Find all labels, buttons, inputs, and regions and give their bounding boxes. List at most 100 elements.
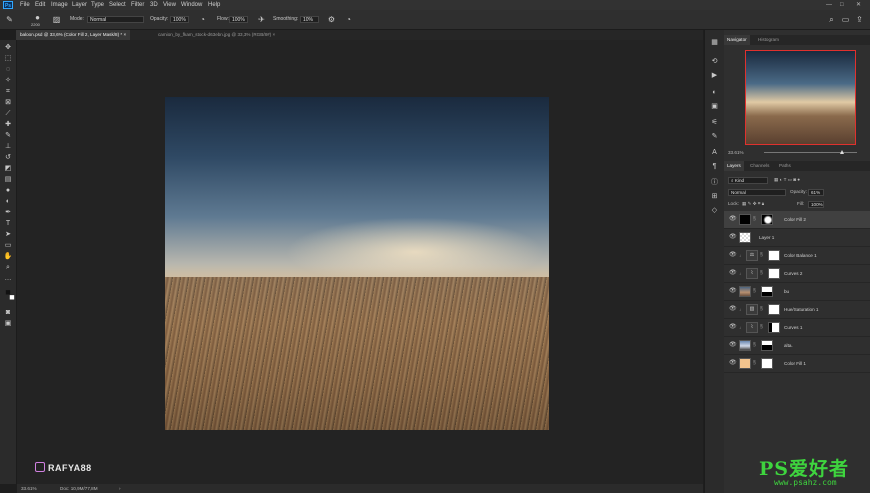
quick-select-tool-icon[interactable]: ✧ [3,76,13,85]
healing-brush-tool-icon[interactable]: ✚ [3,120,13,129]
background-color-swatch[interactable]: ■ [7,293,17,302]
layer-name[interactable]: alta. [784,337,793,354]
minimize-button[interactable]: — [826,0,832,10]
visibility-eye-icon[interactable]: 👁︎ [729,229,737,246]
more-tools-icon[interactable]: … [3,274,13,283]
layer-name[interactable]: Curves 2 [784,265,802,282]
menu-type[interactable]: Type [91,0,104,10]
paragraph-icon[interactable]: ¶ [710,162,719,171]
history-brush-tool-icon[interactable]: ↺ [3,153,13,162]
visibility-eye-icon[interactable]: 👁︎ [729,337,737,354]
link-chain-icon[interactable]: § [753,355,756,372]
navigator-preview[interactable] [745,50,856,145]
link-chain-icon[interactable]: § [760,247,763,264]
eraser-tool-icon[interactable]: ◩ [3,164,13,173]
crop-tool-icon[interactable]: ⌗ [3,87,13,96]
status-zoom[interactable]: 33.61% [21,484,37,493]
menu-window[interactable]: Window [181,0,202,10]
rectangle-tool-icon[interactable]: ▭ [3,241,13,250]
menu-image[interactable]: Image [51,0,68,10]
layer-name[interactable]: Color Fill 1 [784,355,806,372]
layer-row-hue-saturation-1[interactable]: 👁︎ ↓ ▥ § Hue/Saturation 1 [724,301,870,319]
smoothing-settings-icon[interactable]: ⚙ [327,15,336,24]
gradient-tool-icon[interactable]: ▤ [3,175,13,184]
paths-icon[interactable]: ◇ [710,206,719,215]
layer-mask-thumbnail[interactable] [768,304,780,315]
zoom-tool-icon[interactable]: ⌕ [3,263,13,272]
link-chain-icon[interactable]: § [760,301,763,318]
menu-edit[interactable]: Edit [35,0,45,10]
quick-mask-icon[interactable]: ◙ [3,308,13,317]
layer-row-color-fill-1[interactable]: 👁︎ § Color Fill 1 [724,355,870,373]
visibility-eye-icon[interactable]: 👁︎ [729,247,737,264]
link-chain-icon[interactable]: § [753,211,756,228]
properties-icon[interactable]: ⚟ [710,118,719,127]
blend-mode-select[interactable]: Normal [728,189,786,196]
layer-name[interactable]: bu [784,283,789,300]
clone-stamp-tool-icon[interactable]: ⊥ [3,142,13,151]
layer-row-color-fill-2[interactable]: 👁︎ § Color Fill 2 [724,211,870,229]
tab-close-icon[interactable]: × [123,32,126,37]
marquee-tool-icon[interactable]: ⬚ [3,54,13,63]
brush-tool-icon[interactable]: ✎ [3,131,13,140]
layer-mask-thumbnail[interactable] [761,340,773,351]
lock-icons[interactable]: ▦ ✎ ✥ ⌗ 🔒︎ [742,200,764,208]
styles-icon[interactable]: ▣ [710,102,719,111]
link-chain-icon[interactable]: § [760,319,763,336]
navigator-zoom[interactable]: 33.61% [728,150,744,155]
workspace-icon[interactable]: ▭ [841,15,850,24]
dodge-tool-icon[interactable]: ◐ [3,197,13,206]
pressure-size-icon[interactable]: ◔ [344,15,353,24]
blur-tool-icon[interactable]: ● [3,186,13,195]
pressure-opacity-icon[interactable]: ◔ [198,15,207,24]
layer-opacity-input[interactable]: 61% [808,189,824,196]
menu-view[interactable]: View [163,0,176,10]
layer-name[interactable]: Layer 1 [759,229,774,246]
libraries-icon[interactable]: ▦ [710,38,719,47]
mode-select[interactable]: Normal [87,16,144,23]
tab-baloon[interactable]: baloon.psd @ 33,6% (Color Fill 2, Layer … [16,30,131,40]
tab-navigator[interactable]: Navigator [724,35,750,45]
info-icon[interactable]: ⓘ [710,178,719,187]
screen-mode-icon[interactable]: ▣ [3,319,13,328]
navigator-zoom-slider[interactable] [764,150,857,154]
visibility-eye-icon[interactable]: 👁︎ [729,265,737,282]
move-tool-icon[interactable]: ✥ [3,43,13,52]
link-chain-icon[interactable]: § [753,337,756,354]
history-icon[interactable]: ⟲ [710,57,719,66]
layer-name[interactable]: Color Balance 1 [784,247,817,264]
tab-channels[interactable]: Channels [747,161,772,171]
brush-settings-icon[interactable]: ✎ [710,132,719,141]
menu-filter[interactable]: Filter [131,0,144,10]
link-chain-icon[interactable]: § [760,265,763,282]
status-menu-arrow[interactable]: › [119,484,121,493]
adjustments-icon[interactable]: ◐ [710,88,719,97]
visibility-eye-icon[interactable]: 👁︎ [729,355,737,372]
fill-input[interactable]: 100% [808,201,824,208]
layer-mask-thumbnail[interactable] [761,286,773,297]
brush-tool-icon[interactable]: ✎ [5,15,14,24]
visibility-eye-icon[interactable]: 👁︎ [729,319,737,336]
close-window-button[interactable]: ✕ [856,0,861,10]
zoom-slider-knob[interactable] [840,150,844,154]
brush-panel-icon[interactable]: ▨ [52,15,61,24]
layer-mask-thumbnail[interactable] [761,358,773,369]
tab-camion[interactable]: camion_by_fkam_stock-d63ebn.jpg @ 33,3% … [154,30,279,40]
link-chain-icon[interactable]: § [753,283,756,300]
layer-mask-thumbnail[interactable] [768,322,780,333]
layer-row-layer-1[interactable]: 👁︎ Layer 1 [724,229,870,247]
tab-close-icon[interactable]: × [272,32,275,37]
tab-histogram[interactable]: Histogram [755,35,782,45]
maximize-button[interactable]: □ [840,0,844,10]
tab-paths[interactable]: Paths [776,161,794,171]
visibility-eye-icon[interactable]: 👁︎ [729,283,737,300]
opacity-input[interactable]: 100% [170,16,189,23]
tab-layers[interactable]: Layers [724,161,744,171]
layer-mask-thumbnail[interactable] [761,214,773,225]
menu-layer[interactable]: Layer [72,0,87,10]
swatches-icon[interactable]: ⊞ [710,192,719,201]
layer-row-curves-2[interactable]: 👁︎ ↓ ⌇ § Curves 2 [724,265,870,283]
pen-tool-icon[interactable]: ✒ [3,208,13,217]
visibility-eye-icon[interactable]: 👁︎ [729,301,737,318]
layer-mask-thumbnail[interactable] [768,268,780,279]
